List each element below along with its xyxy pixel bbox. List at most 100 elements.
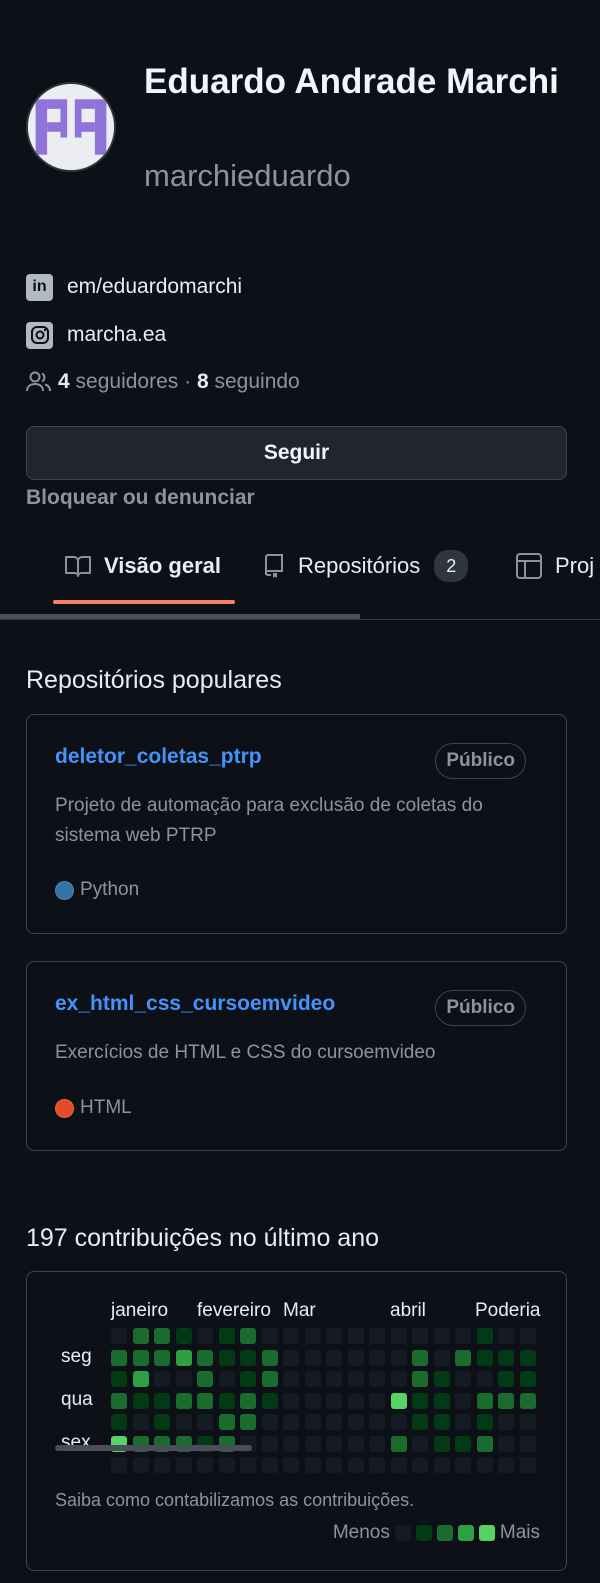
tab-projects[interactable]: Proj [515,546,594,586]
instagram-link[interactable]: marcha.ea [26,320,166,350]
contribution-day-cell[interactable] [390,1371,407,1387]
contribution-day-cell[interactable] [240,1371,256,1387]
contribution-day-cell[interactable] [283,1435,299,1452]
contribution-day-cell[interactable] [476,1349,493,1366]
contribution-day-cell[interactable] [433,1435,450,1452]
contribution-day-cell[interactable] [412,1328,428,1344]
contribution-day-cell[interactable] [197,1457,213,1473]
contribution-day-cell[interactable] [154,1328,170,1344]
contribution-day-cell[interactable] [154,1371,170,1387]
avatar[interactable] [26,82,116,172]
contribution-day-cell[interactable] [218,1328,235,1344]
contribution-day-cell[interactable] [132,1371,149,1387]
contribution-day-cell[interactable] [111,1392,127,1409]
contribution-day-cell[interactable] [154,1414,170,1430]
contribution-day-cell[interactable] [433,1328,450,1344]
contribution-day-cell[interactable] [175,1349,192,1366]
contribution-day-cell[interactable] [154,1349,170,1366]
contribution-day-cell[interactable] [347,1435,364,1452]
contribution-day-cell[interactable] [154,1457,170,1473]
contribution-help-link[interactable]: Saiba como contabilizamos as contribuiçõ… [55,1490,414,1511]
contribution-day-cell[interactable] [390,1435,407,1452]
contribution-day-cell[interactable] [326,1328,342,1344]
contribution-day-cell[interactable] [240,1349,256,1366]
contribution-day-cell[interactable] [519,1435,536,1452]
contribution-day-cell[interactable] [519,1328,536,1344]
contribution-day-cell[interactable] [347,1371,364,1387]
contribution-day-cell[interactable] [304,1392,321,1409]
contribution-day-cell[interactable] [283,1371,299,1387]
contribution-day-cell[interactable] [498,1328,514,1344]
contribution-day-cell[interactable] [498,1392,514,1409]
contribution-day-cell[interactable] [390,1328,407,1344]
contribution-day-cell[interactable] [433,1392,450,1409]
contribution-day-cell[interactable] [433,1349,450,1366]
contribution-day-cell[interactable] [369,1435,385,1452]
contribution-day-cell[interactable] [498,1414,514,1430]
repo-name-link[interactable]: deletor_coletas_ptrp [55,745,262,769]
contribution-day-cell[interactable] [326,1392,342,1409]
contribution-day-cell[interactable] [304,1414,321,1430]
contribution-day-cell[interactable] [304,1349,321,1366]
contribution-day-cell[interactable] [347,1457,364,1473]
contribution-day-cell[interactable] [218,1349,235,1366]
contribution-day-cell[interactable] [412,1414,428,1430]
contribution-day-cell[interactable] [412,1435,428,1452]
repo-name-link[interactable]: ex_html_css_cursoemvideo [55,992,335,1016]
followers-count[interactable]: 4 [58,370,70,394]
contribution-day-cell[interactable] [197,1414,213,1430]
contribution-day-cell[interactable] [476,1414,493,1430]
block-report-link[interactable]: Bloquear ou denunciar [26,484,255,512]
contribution-day-cell[interactable] [261,1349,278,1366]
contribution-day-cell[interactable] [304,1457,321,1473]
contribution-day-cell[interactable] [519,1371,536,1387]
contribution-day-cell[interactable] [476,1392,493,1409]
contribution-day-cell[interactable] [455,1457,471,1473]
following-label[interactable]: seguindo [214,370,299,394]
contribution-day-cell[interactable] [261,1392,278,1409]
contribution-day-cell[interactable] [347,1392,364,1409]
contribution-day-cell[interactable] [476,1371,493,1387]
contribution-day-cell[interactable] [283,1457,299,1473]
contribution-day-cell[interactable] [175,1328,192,1344]
contribution-day-cell[interactable] [369,1349,385,1366]
contribution-day-cell[interactable] [175,1457,192,1473]
contribution-day-cell[interactable] [240,1328,256,1344]
followers-label[interactable]: seguidores [76,370,179,394]
contribution-day-cell[interactable] [132,1392,149,1409]
contribution-day-cell[interactable] [433,1414,450,1430]
contribution-day-cell[interactable] [476,1457,493,1473]
contribution-day-cell[interactable] [455,1349,471,1366]
contribution-day-cell[interactable] [283,1328,299,1344]
contribution-day-cell[interactable] [218,1371,235,1387]
contribution-day-cell[interactable] [433,1457,450,1473]
contribution-day-cell[interactable] [175,1371,192,1387]
contribution-day-cell[interactable] [412,1392,428,1409]
contribution-day-cell[interactable] [326,1349,342,1366]
graph-scrollbar[interactable] [55,1445,252,1451]
contribution-day-cell[interactable] [519,1457,536,1473]
contribution-day-cell[interactable] [132,1349,149,1366]
contribution-day-cell[interactable] [455,1371,471,1387]
contribution-day-cell[interactable] [519,1392,536,1409]
linkedin-link[interactable]: in em/eduardomarchi [26,272,242,302]
contribution-day-cell[interactable] [369,1414,385,1430]
contribution-day-cell[interactable] [261,1328,278,1344]
contribution-day-cell[interactable] [433,1371,450,1387]
contribution-day-cell[interactable] [218,1392,235,1409]
contribution-day-cell[interactable] [283,1349,299,1366]
contribution-day-cell[interactable] [519,1414,536,1430]
contribution-day-cell[interactable] [498,1349,514,1366]
contribution-day-cell[interactable] [261,1457,278,1473]
contribution-day-cell[interactable] [455,1328,471,1344]
contribution-day-cell[interactable] [326,1371,342,1387]
contribution-day-cell[interactable] [197,1371,213,1387]
contribution-day-cell[interactable] [498,1371,514,1387]
contribution-day-cell[interactable] [197,1328,213,1344]
contribution-day-cell[interactable] [476,1328,493,1344]
contribution-day-cell[interactable] [390,1392,407,1409]
contribution-day-cell[interactable] [132,1414,149,1430]
contribution-day-cell[interactable] [390,1349,407,1366]
contribution-day-cell[interactable] [326,1457,342,1473]
contribution-day-cell[interactable] [240,1414,256,1430]
